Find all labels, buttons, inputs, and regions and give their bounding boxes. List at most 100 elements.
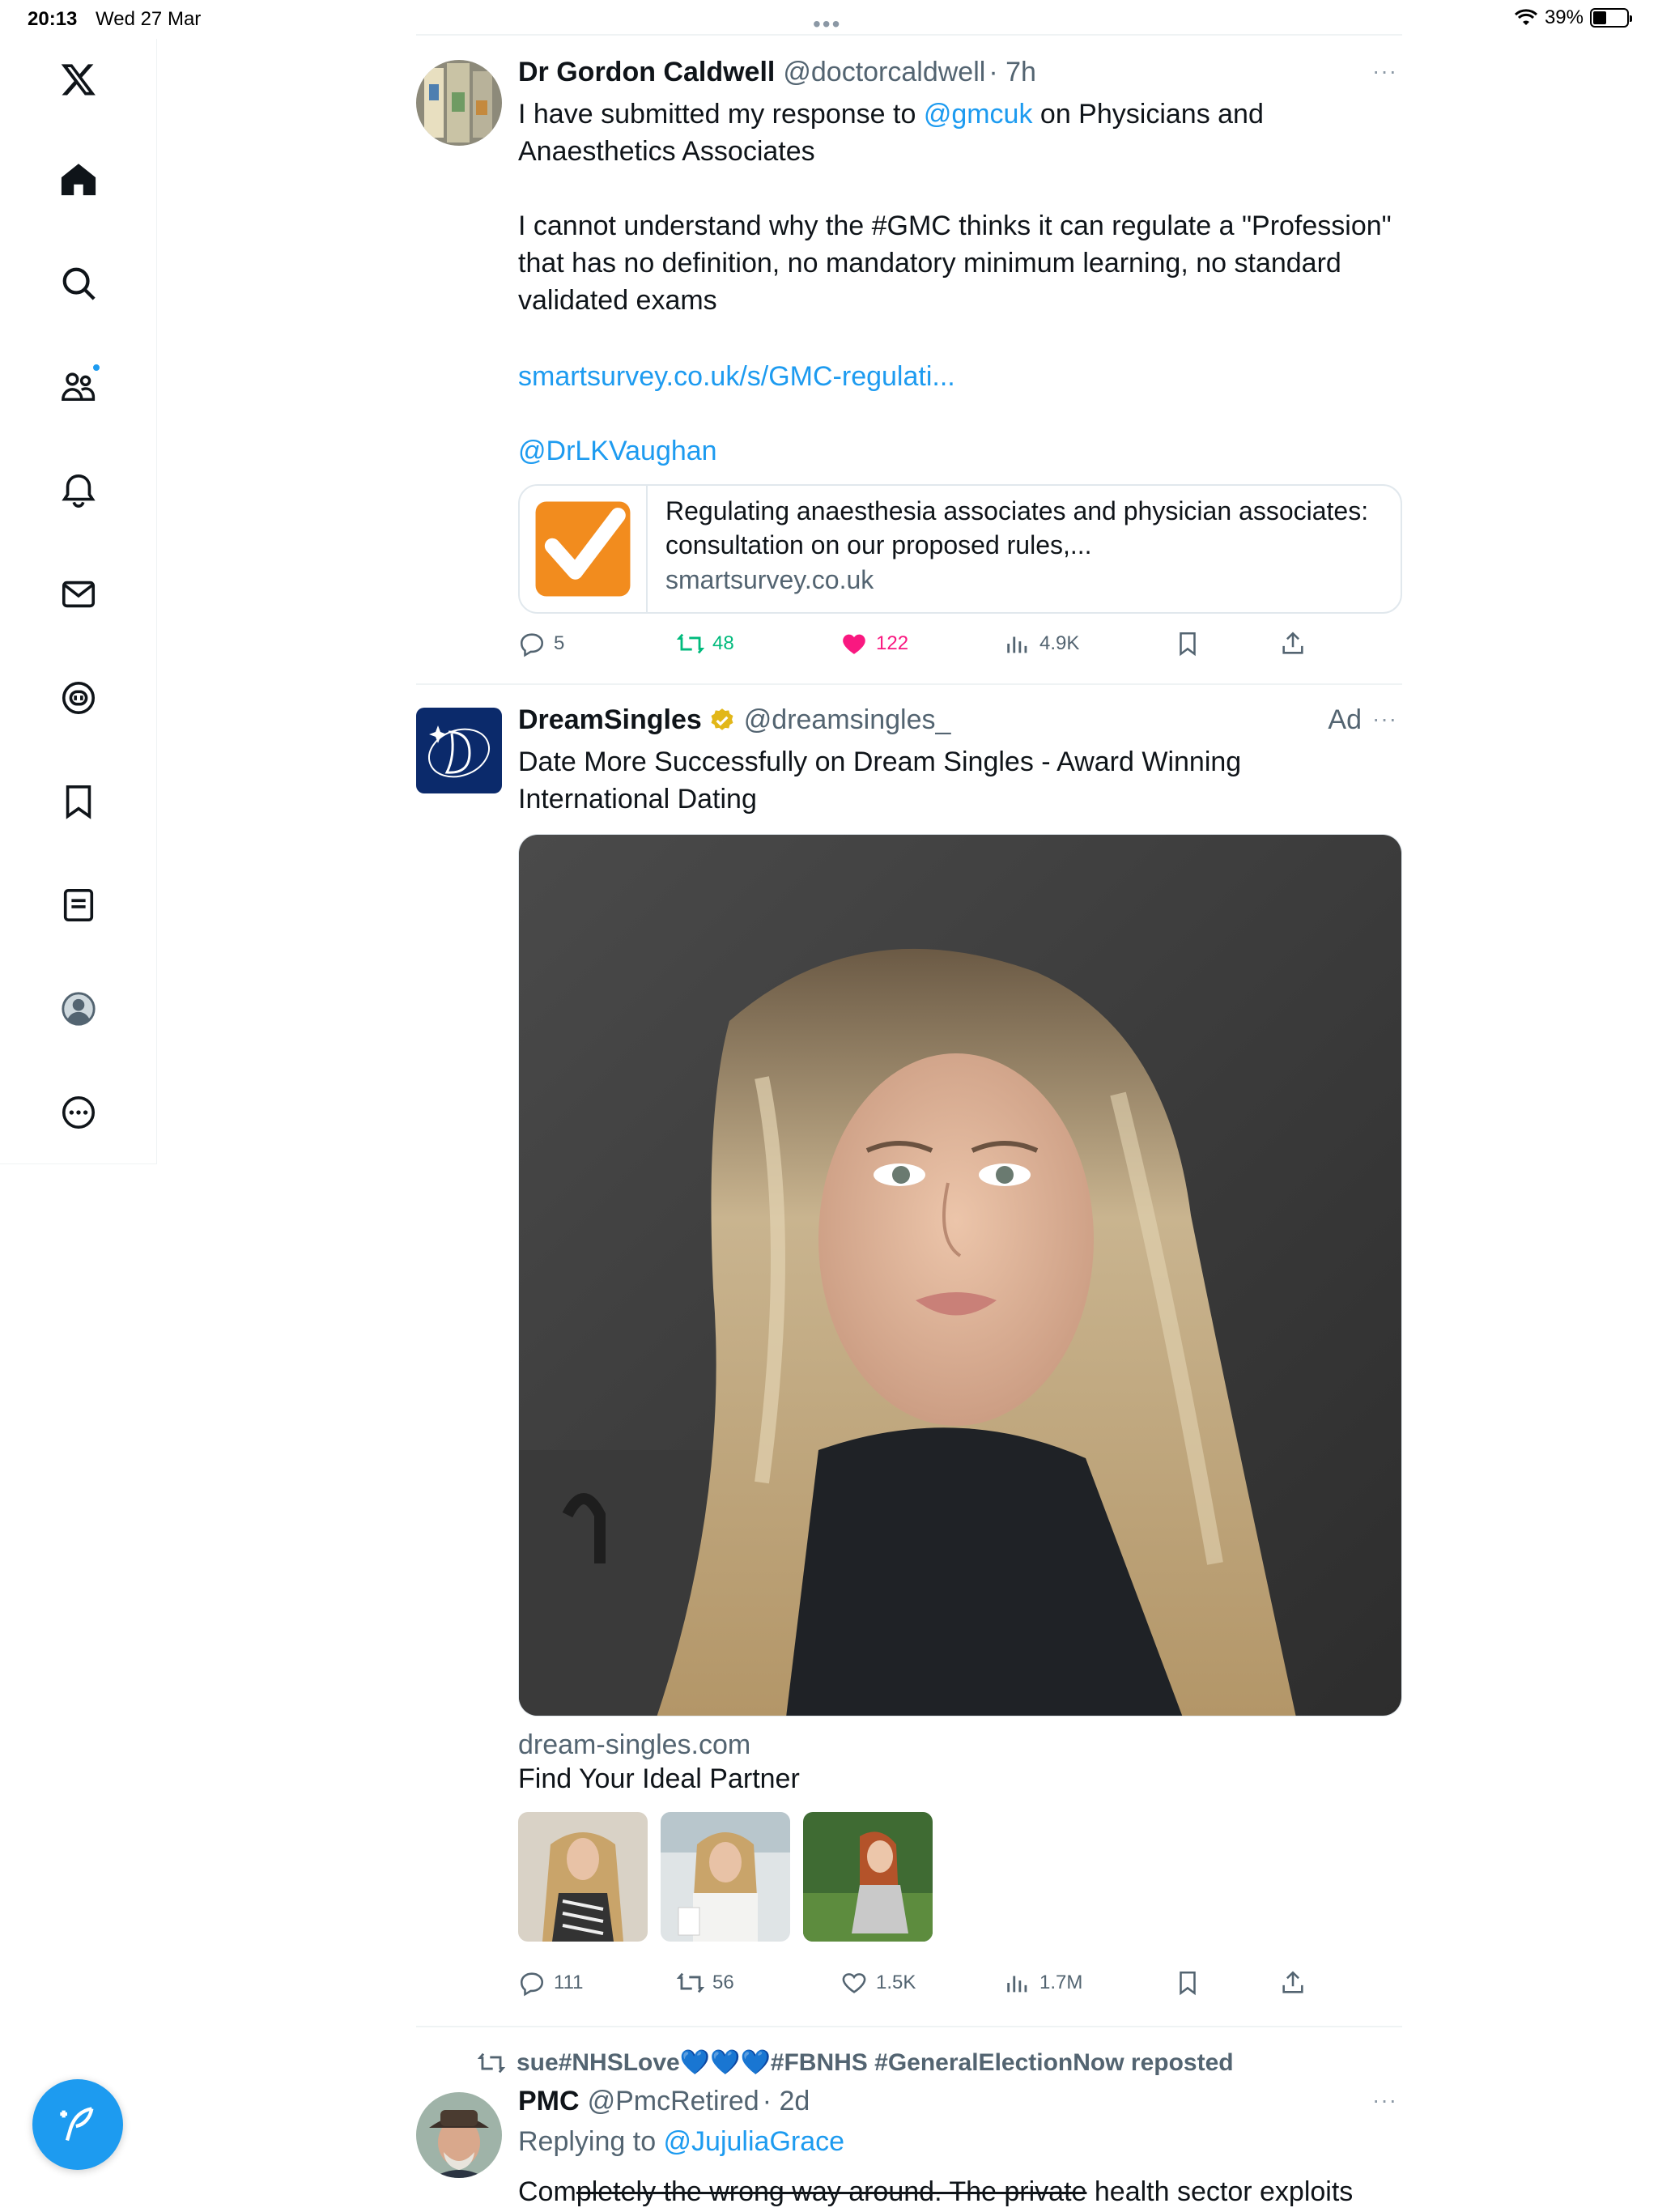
avatar[interactable] xyxy=(416,60,502,146)
repost-icon xyxy=(478,2052,505,2073)
views-icon xyxy=(1007,636,1027,653)
advertiser-logo[interactable] xyxy=(416,708,502,793)
search-icon[interactable] xyxy=(46,251,111,316)
ad-label: Ad xyxy=(1328,704,1362,735)
compose-feather-icon xyxy=(60,2107,94,2142)
bookmark-icon xyxy=(1180,1971,1196,1996)
tweet-text-part: I have submitted my response to xyxy=(518,99,924,130)
tweet-text-part: Com xyxy=(518,2176,576,2207)
mention-link[interactable]: @JujuliaGrace xyxy=(664,2126,845,2157)
repost-button[interactable]: 56 xyxy=(677,1969,734,1997)
ad-thumbnail[interactable] xyxy=(518,1812,648,1942)
grok-icon[interactable] xyxy=(46,666,111,730)
lists-icon[interactable] xyxy=(46,873,111,938)
x-logo-icon[interactable] xyxy=(46,47,111,112)
reply-icon xyxy=(520,1972,544,1997)
bookmarks-icon[interactable] xyxy=(46,769,111,834)
mention-link[interactable]: @gmcuk xyxy=(924,99,1033,130)
like-button[interactable]: 1.5K xyxy=(840,1969,916,1997)
tweet-header: PMC @PmcRetired · 2d xyxy=(518,2086,810,2117)
sidebar-nav xyxy=(0,39,157,1164)
user-handle[interactable]: @doctorcaldwell xyxy=(783,57,985,88)
mention-link[interactable]: @DrLKVaughan xyxy=(518,436,717,466)
reply-count: 111 xyxy=(554,1972,584,1993)
share-button[interactable] xyxy=(1279,630,1307,657)
communities-icon[interactable] xyxy=(46,355,111,419)
repost-by-text: sue#NHSLove💙💙💙#FBNHS #GeneralElectionNow… xyxy=(517,2049,1234,2076)
card-title: Regulating anaesthesia associates and ph… xyxy=(665,496,1369,559)
reply-button[interactable]: 5 xyxy=(518,630,564,657)
view-count: 4.9K xyxy=(1039,632,1080,654)
ad-main-image[interactable] xyxy=(518,834,1402,1716)
views-icon xyxy=(1007,1976,1027,1993)
display-name[interactable]: DreamSingles xyxy=(518,704,702,736)
replying-prefix: Replying to xyxy=(518,2126,664,2157)
tweet-text-part: on Physicians and Anaesthetics Associate… xyxy=(518,99,1392,316)
reply-button[interactable]: 111 xyxy=(518,1969,583,1997)
tweet-time[interactable]: · 7h xyxy=(988,57,1036,88)
tweet[interactable]: Dr Gordon Caldwell @doctorcaldwell · 7h … xyxy=(416,37,1402,685)
notification-dot xyxy=(91,363,101,372)
home-icon[interactable] xyxy=(46,147,111,212)
ad-thumbnail[interactable] xyxy=(661,1812,790,1942)
tweet-more-button[interactable]: ··· xyxy=(1372,2087,1397,2113)
survey-checkmark-icon xyxy=(520,486,648,612)
messages-icon[interactable] xyxy=(46,562,111,627)
repost-count: 56 xyxy=(712,1972,734,1993)
bookmark-button[interactable] xyxy=(1174,630,1201,657)
tweet-header: DreamSingles @dreamsingles_ xyxy=(518,704,950,736)
ad-tagline: Find Your Ideal Partner xyxy=(518,1763,800,1794)
tweet-text: I have submitted my response to @gmcuk o… xyxy=(518,96,1409,319)
profile-icon[interactable] xyxy=(46,976,111,1041)
more-icon[interactable] xyxy=(46,1080,111,1145)
tweet-time[interactable]: · 2d xyxy=(763,2086,810,2117)
reply-count: 5 xyxy=(554,632,565,654)
status-indicators: 39% xyxy=(1514,6,1632,29)
status-time: 20:13 xyxy=(28,8,78,30)
user-handle[interactable]: @PmcRetired xyxy=(588,2086,759,2117)
ad-domain[interactable]: dream-singles.com xyxy=(518,1729,750,1761)
share-icon xyxy=(1282,1971,1303,1993)
view-count: 1.7M xyxy=(1039,1972,1083,1993)
display-name[interactable]: Dr Gordon Caldwell xyxy=(518,57,775,88)
tweet[interactable]: sue#NHSLove💙💙💙#FBNHS #GeneralElectionNow… xyxy=(416,2027,1402,2212)
repost-icon xyxy=(677,1972,704,1993)
avatar[interactable] xyxy=(416,2092,502,2178)
url-link[interactable]: smartsurvey.co.uk/s/GMC-regulati... xyxy=(518,361,955,392)
battery-icon xyxy=(1590,8,1632,28)
like-count: 1.5K xyxy=(876,1972,916,1993)
views-button[interactable]: 4.9K xyxy=(1004,630,1079,657)
repost-button[interactable]: 48 xyxy=(677,630,734,657)
verified-badge-icon xyxy=(708,707,736,734)
bookmark-icon xyxy=(1180,632,1196,657)
battery-percent: 39% xyxy=(1544,6,1584,28)
tweet-url: smartsurvey.co.uk/s/GMC-regulati... xyxy=(518,358,1409,395)
compose-button[interactable] xyxy=(32,2079,123,2170)
tweet-header: Dr Gordon Caldwell @doctorcaldwell · 7h xyxy=(518,57,1036,88)
bookmark-button[interactable] xyxy=(1174,1969,1201,1997)
tweet-text: Completely the wrong way around. The pri… xyxy=(518,2173,1409,2210)
repost-context[interactable]: sue#NHSLove💙💙💙#FBNHS #GeneralElectionNow… xyxy=(478,2048,1234,2077)
notifications-icon[interactable] xyxy=(46,458,111,523)
card-domain: smartsurvey.co.uk xyxy=(665,565,874,594)
views-button[interactable]: 1.7M xyxy=(1004,1969,1082,1997)
link-card[interactable]: Regulating anaesthesia associates and ph… xyxy=(518,484,1402,614)
tweet-mention-line: @DrLKVaughan xyxy=(518,432,1409,470)
display-name[interactable]: PMC xyxy=(518,2086,580,2117)
ad-thumbnail[interactable] xyxy=(803,1812,933,1942)
like-button[interactable]: 122 xyxy=(840,630,908,657)
tweet-more-button[interactable]: ··· xyxy=(1372,58,1397,84)
share-button[interactable] xyxy=(1279,1969,1307,1997)
timeline: ••• Dr Gordon Caldwell @doctorcaldwell ·… xyxy=(416,0,1402,2212)
heart-filled-icon xyxy=(843,634,865,654)
ad-tweet[interactable]: DreamSingles @dreamsingles_ Ad ··· Date … xyxy=(416,685,1402,2027)
tweet-actions: 5 48 122 4.9K xyxy=(518,630,1402,666)
tweet-more-button[interactable]: ··· xyxy=(1372,706,1397,732)
heart-icon xyxy=(842,1973,866,1993)
repost-icon xyxy=(677,633,704,654)
user-handle[interactable]: @dreamsingles_ xyxy=(744,704,951,736)
share-icon xyxy=(1282,632,1303,654)
more-replies-indicator[interactable]: ••• xyxy=(813,11,841,37)
wifi-icon xyxy=(1514,8,1538,28)
tweet-text-part: health sector exploits xyxy=(1086,2176,1354,2207)
